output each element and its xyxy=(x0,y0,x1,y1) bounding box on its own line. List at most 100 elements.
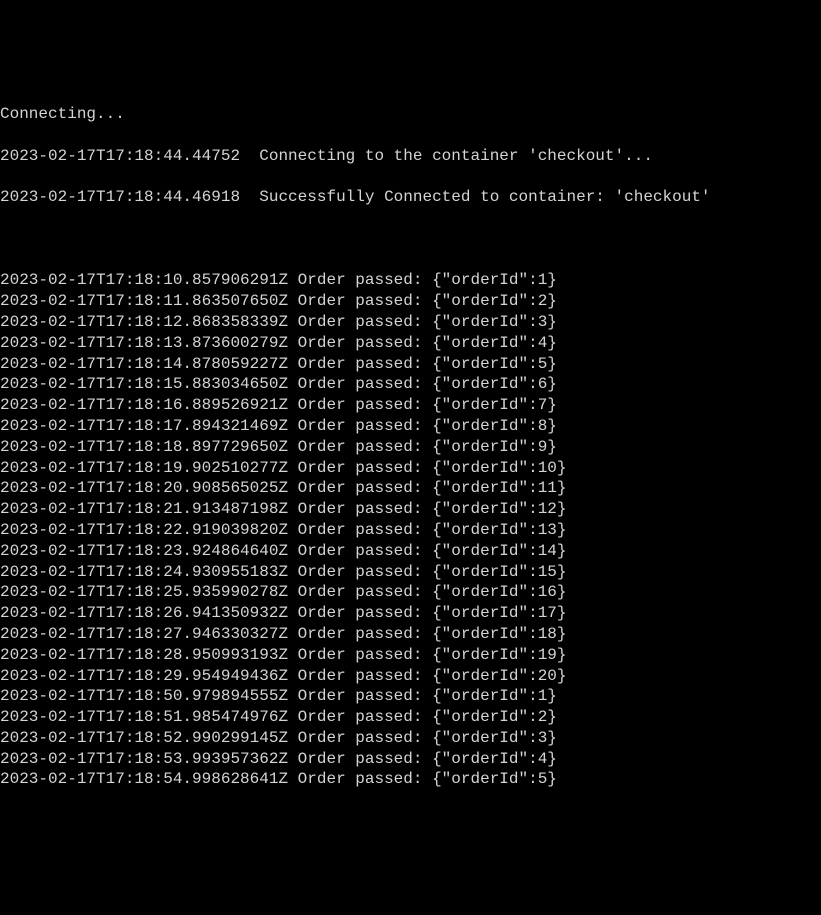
log-line: 2023-02-17T17:18:50.979894555Z Order pas… xyxy=(0,686,821,707)
spacer xyxy=(288,292,298,310)
log-text: Order passed: {"orderId":5} xyxy=(298,355,557,373)
spacer xyxy=(288,479,298,497)
log-line: 2023-02-17T17:18:52.990299145Z Order pas… xyxy=(0,728,821,749)
spacer xyxy=(288,396,298,414)
log-text: Order passed: {"orderId":11} xyxy=(298,479,567,497)
success-message: 2023-02-17T17:18:44.46918 Successfully C… xyxy=(0,187,821,208)
timestamp: 2023-02-17T17:18:21.913487198Z xyxy=(0,500,288,518)
log-line: 2023-02-17T17:18:19.902510277Z Order pas… xyxy=(0,458,821,479)
log-line: 2023-02-17T17:18:11.863507650Z Order pas… xyxy=(0,291,821,312)
spacer xyxy=(288,583,298,601)
timestamp: 2023-02-17T17:18:26.941350932Z xyxy=(0,604,288,622)
log-text: Order passed: {"orderId":10} xyxy=(298,459,567,477)
log-line: 2023-02-17T17:18:53.993957362Z Order pas… xyxy=(0,749,821,770)
log-line: 2023-02-17T17:18:27.946330327Z Order pas… xyxy=(0,624,821,645)
log-text: Order passed: {"orderId":9} xyxy=(298,438,557,456)
log-text: Order passed: {"orderId":14} xyxy=(298,542,567,560)
timestamp: 2023-02-17T17:18:52.990299145Z xyxy=(0,729,288,747)
log-line: 2023-02-17T17:18:26.941350932Z Order pas… xyxy=(0,603,821,624)
log-line: 2023-02-17T17:18:17.894321469Z Order pas… xyxy=(0,416,821,437)
timestamp: 2023-02-17T17:18:16.889526921Z xyxy=(0,396,288,414)
log-text: Order passed: {"orderId":7} xyxy=(298,396,557,414)
log-line: 2023-02-17T17:18:24.930955183Z Order pas… xyxy=(0,562,821,583)
timestamp: 2023-02-17T17:18:17.894321469Z xyxy=(0,417,288,435)
spacer xyxy=(288,271,298,289)
timestamp: 2023-02-17T17:18:27.946330327Z xyxy=(0,625,288,643)
log-line: 2023-02-17T17:18:16.889526921Z Order pas… xyxy=(0,395,821,416)
timestamp: 2023-02-17T17:18:14.878059227Z xyxy=(0,355,288,373)
log-text: Order passed: {"orderId":16} xyxy=(298,583,567,601)
log-text: Order passed: {"orderId":20} xyxy=(298,667,567,685)
timestamp: 2023-02-17T17:18:19.902510277Z xyxy=(0,459,288,477)
terminal-output[interactable]: Connecting... 2023-02-17T17:18:44.44752 … xyxy=(0,83,821,811)
log-line: 2023-02-17T17:18:15.883034650Z Order pas… xyxy=(0,374,821,395)
timestamp: 2023-02-17T17:18:22.919039820Z xyxy=(0,521,288,539)
spacer xyxy=(288,687,298,705)
spacer xyxy=(288,334,298,352)
log-text: Order passed: {"orderId":3} xyxy=(298,313,557,331)
spacer xyxy=(288,625,298,643)
timestamp: 2023-02-17T17:18:24.930955183Z xyxy=(0,563,288,581)
timestamp: 2023-02-17T17:18:50.979894555Z xyxy=(0,687,288,705)
message-text: Successfully Connected to container: 'ch… xyxy=(259,188,710,206)
spacer xyxy=(288,521,298,539)
log-line: 2023-02-17T17:18:29.954949436Z Order pas… xyxy=(0,666,821,687)
spacer xyxy=(288,646,298,664)
spacer xyxy=(288,729,298,747)
log-line: 2023-02-17T17:18:22.919039820Z Order pas… xyxy=(0,520,821,541)
log-text: Order passed: {"orderId":18} xyxy=(298,625,567,643)
spacer xyxy=(288,459,298,477)
spacer xyxy=(288,604,298,622)
timestamp: 2023-02-17T17:18:13.873600279Z xyxy=(0,334,288,352)
log-text: Order passed: {"orderId":17} xyxy=(298,604,567,622)
timestamp: 2023-02-17T17:18:25.935990278Z xyxy=(0,583,288,601)
spacer xyxy=(288,500,298,518)
timestamp: 2023-02-17T17:18:28.950993193Z xyxy=(0,646,288,664)
log-text: Order passed: {"orderId":4} xyxy=(298,334,557,352)
spacer xyxy=(288,750,298,768)
spacer xyxy=(288,770,298,788)
spacer xyxy=(288,563,298,581)
timestamp: 2023-02-17T17:18:15.883034650Z xyxy=(0,375,288,393)
connect-message: 2023-02-17T17:18:44.44752 Connecting to … xyxy=(0,146,821,167)
log-text: Order passed: {"orderId":4} xyxy=(298,750,557,768)
log-text: Order passed: {"orderId":1} xyxy=(298,271,557,289)
timestamp: 2023-02-17T17:18:10.857906291Z xyxy=(0,271,288,289)
log-text: Order passed: {"orderId":2} xyxy=(298,708,557,726)
timestamp: 2023-02-17T17:18:23.924864640Z xyxy=(0,542,288,560)
log-text: Order passed: {"orderId":2} xyxy=(298,292,557,310)
log-text: Order passed: {"orderId":6} xyxy=(298,375,557,393)
spacer xyxy=(240,188,259,206)
log-line: 2023-02-17T17:18:21.913487198Z Order pas… xyxy=(0,499,821,520)
log-text: Order passed: {"orderId":8} xyxy=(298,417,557,435)
timestamp: 2023-02-17T17:18:20.908565025Z xyxy=(0,479,288,497)
timestamp: 2023-02-17T17:18:12.868358339Z xyxy=(0,313,288,331)
connecting-status: Connecting... xyxy=(0,104,821,125)
spacer xyxy=(288,708,298,726)
timestamp: 2023-02-17T17:18:11.863507650Z xyxy=(0,292,288,310)
spacer xyxy=(240,147,259,165)
timestamp: 2023-02-17T17:18:54.998628641Z xyxy=(0,770,288,788)
blank-line xyxy=(0,229,821,250)
log-line: 2023-02-17T17:18:14.878059227Z Order pas… xyxy=(0,354,821,375)
timestamp: 2023-02-17T17:18:51.985474976Z xyxy=(0,708,288,726)
log-line: 2023-02-17T17:18:20.908565025Z Order pas… xyxy=(0,478,821,499)
timestamp: 2023-02-17T17:18:29.954949436Z xyxy=(0,667,288,685)
spacer xyxy=(288,438,298,456)
log-line: 2023-02-17T17:18:54.998628641Z Order pas… xyxy=(0,769,821,790)
log-text: Order passed: {"orderId":13} xyxy=(298,521,567,539)
log-lines: 2023-02-17T17:18:10.857906291Z Order pas… xyxy=(0,270,821,790)
log-line: 2023-02-17T17:18:28.950993193Z Order pas… xyxy=(0,645,821,666)
log-text: Order passed: {"orderId":1} xyxy=(298,687,557,705)
timestamp: 2023-02-17T17:18:53.993957362Z xyxy=(0,750,288,768)
log-text: Order passed: {"orderId":3} xyxy=(298,729,557,747)
spacer xyxy=(288,542,298,560)
timestamp: 2023-02-17T17:18:44.46918 xyxy=(0,188,240,206)
message-text: Connecting to the container 'checkout'..… xyxy=(259,147,653,165)
log-line: 2023-02-17T17:18:18.897729650Z Order pas… xyxy=(0,437,821,458)
spacer xyxy=(288,375,298,393)
log-line: 2023-02-17T17:18:13.873600279Z Order pas… xyxy=(0,333,821,354)
spacer xyxy=(288,313,298,331)
spacer xyxy=(288,355,298,373)
log-text: Order passed: {"orderId":15} xyxy=(298,563,567,581)
